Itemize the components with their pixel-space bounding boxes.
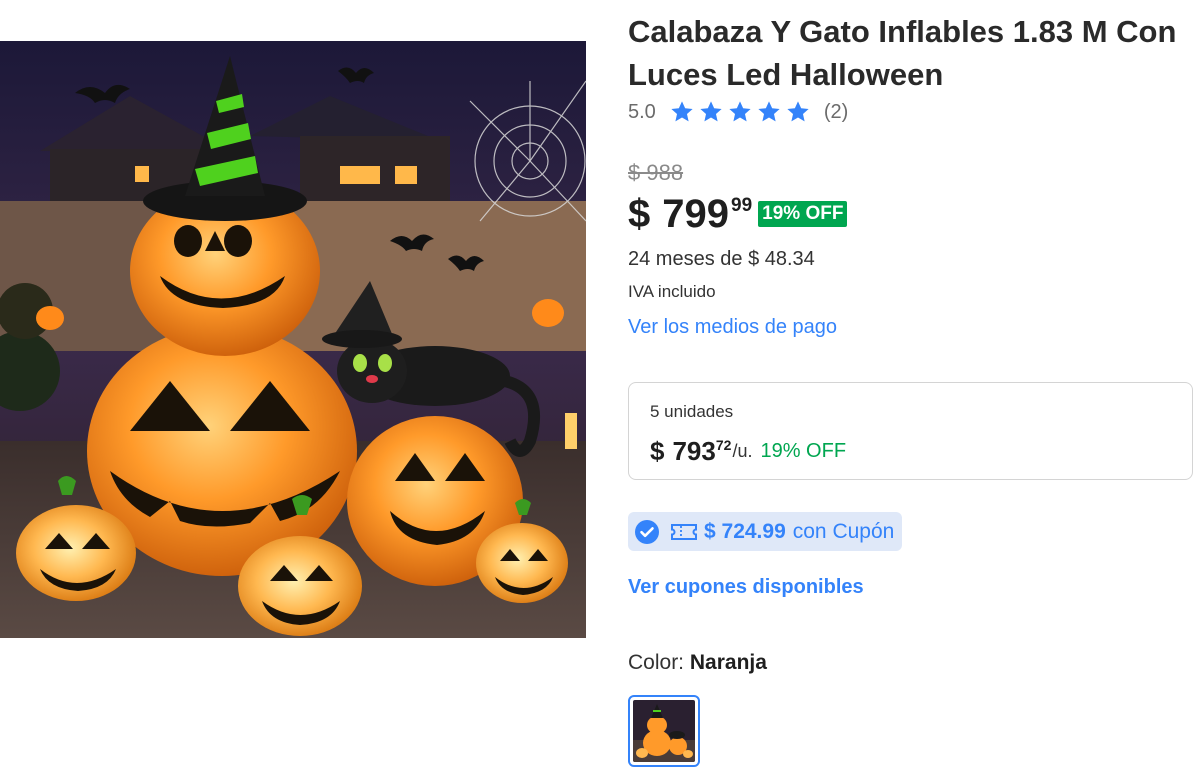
original-price: $ 988 (628, 160, 684, 185)
rating-summary[interactable]: 5.0 (2) (628, 99, 848, 125)
bulk-offer-card[interactable]: 5 unidades $ 793 72 /u. 19% OFF (628, 382, 1193, 480)
bulk-discount: 19% OFF (760, 440, 847, 462)
color-variant-thumbnail[interactable] (628, 695, 700, 767)
available-coupons-link[interactable]: Ver cupones disponibles (628, 576, 864, 599)
price-currency: $ (628, 192, 651, 236)
bulk-price: $ 793 72 /u. 19% OFF (650, 435, 846, 467)
product-image[interactable] (0, 41, 586, 638)
star-icon (758, 101, 780, 122)
payment-methods-link[interactable]: Ver los medios de pago (628, 316, 837, 339)
coupon-amount: $ 724.99 (704, 519, 786, 543)
star-icon (729, 101, 751, 122)
pumpkin-cat-inflatable-illustration (0, 41, 586, 638)
coupon-label: con Cupón (792, 519, 895, 543)
check-circle-icon (635, 519, 659, 544)
product-title: Calabaza Y Gato Inflables 1.83 M Con Luc… (628, 14, 1177, 92)
star-icon (700, 101, 722, 122)
color-value: Naranja (689, 651, 767, 674)
bulk-amount: 793 (672, 436, 716, 466)
color-label: Color: (628, 651, 685, 674)
coupon-badge[interactable]: $ 724.99 con Cupón (628, 512, 903, 551)
rating-value: 5.0 (628, 100, 656, 123)
tax-note: IVA incluido (628, 282, 716, 301)
bulk-cents: 72 (715, 437, 732, 453)
current-price: $ 799 99 19% OFF (628, 190, 848, 240)
ticket-icon (671, 523, 697, 540)
star-icon (787, 101, 809, 122)
bulk-currency: $ (650, 436, 665, 466)
price-amount: 799 (662, 192, 729, 236)
review-count[interactable]: (2) (824, 101, 848, 124)
installments-text: 24 meses de $ 48.34 (628, 248, 815, 270)
price-cents: 99 (731, 195, 753, 216)
bulk-unit: /u. (732, 441, 753, 461)
variant-thumbnail-image (633, 700, 695, 762)
rating-stars (668, 99, 812, 125)
bulk-quantity: 5 unidades (650, 402, 734, 421)
color-selector-label: Color: Naranja (628, 651, 767, 675)
star-icon (671, 101, 693, 122)
discount-badge: 19% OFF (758, 201, 848, 227)
